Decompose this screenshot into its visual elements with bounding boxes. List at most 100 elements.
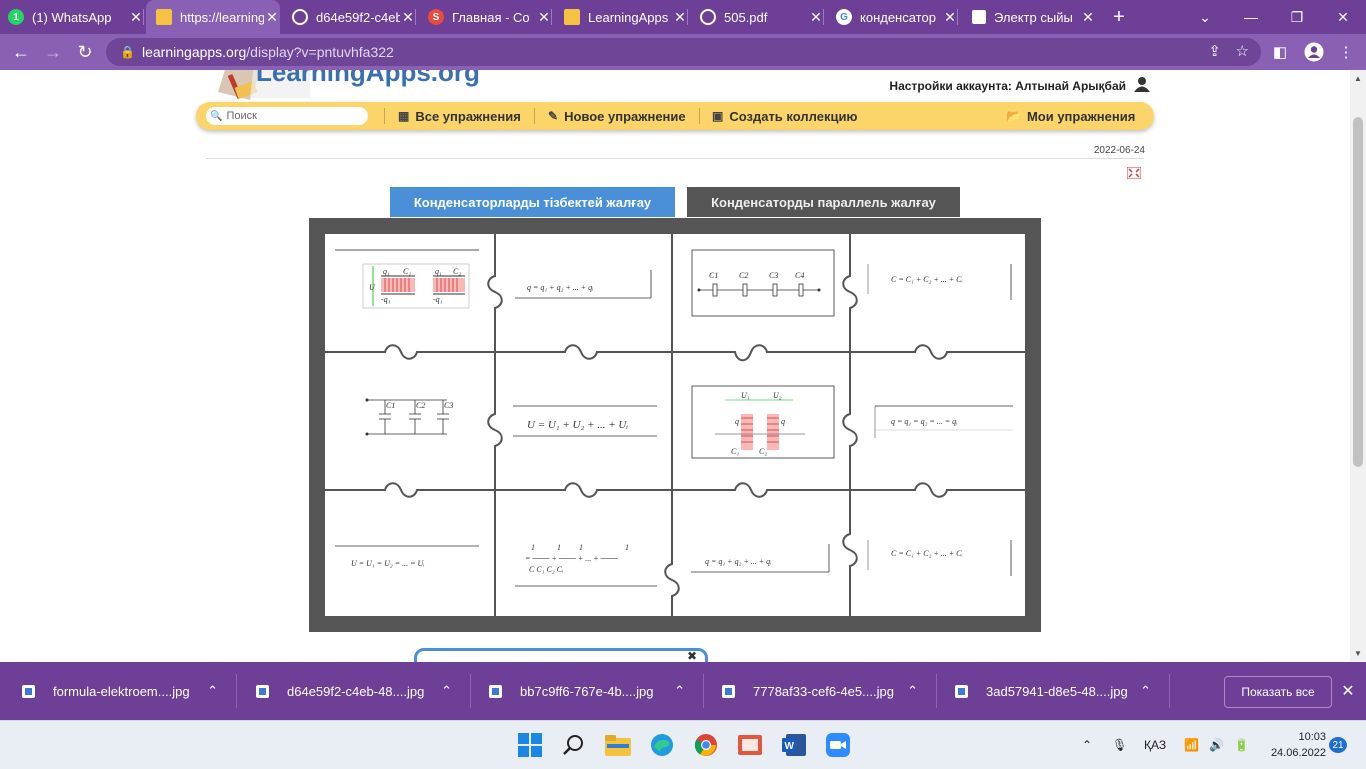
forward-button[interactable]: → bbox=[36, 34, 70, 70]
formula-tile-u-sum[interactable]: U = U₁ + U₂ + ... + Uᵢ bbox=[513, 405, 657, 437]
download-item[interactable]: d64e59f2-c4eb-48....jpg ⌃ bbox=[256, 662, 452, 720]
close-icon[interactable]: ✖ bbox=[687, 649, 697, 662]
num-1-a: 1 bbox=[531, 543, 535, 552]
edge-icon[interactable] bbox=[646, 729, 678, 761]
search-icon[interactable] bbox=[558, 729, 590, 761]
clock[interactable]: 10:03 24.06.2022 bbox=[1262, 729, 1326, 761]
formula-tile-q-sum-2[interactable]: q = q₁ + q₂ + ... + qᵢ bbox=[691, 544, 830, 573]
tab-parallel-connection[interactable]: Конденсаторды параллель жалғау bbox=[687, 187, 960, 217]
reload-button[interactable]: ↻ bbox=[68, 34, 102, 70]
chevron-up-icon[interactable]: ⌃ bbox=[1140, 683, 1151, 699]
tab-search-chevron-icon[interactable]: ⌄ bbox=[1182, 0, 1228, 34]
tab-d64e59f2[interactable]: d64e59f2-c4eb ✕ bbox=[292, 0, 416, 34]
tab-505-pdf[interactable]: 505.pdf ✕ bbox=[700, 0, 824, 34]
close-download-bar-icon[interactable]: ✕ bbox=[1338, 676, 1358, 706]
close-icon[interactable]: ✕ bbox=[942, 9, 958, 26]
search-box[interactable]: 🔍 Поиск bbox=[206, 107, 368, 125]
formula-tile-c-sum-2[interactable]: C = C₁ + C₂ + ... + Cᵢ bbox=[867, 540, 1012, 576]
restore-button[interactable]: ❐ bbox=[1274, 0, 1320, 34]
formula-tile-q-eq[interactable]: q = q₁ = q₂ = ... = qᵢ bbox=[874, 405, 1013, 438]
scroll-up-icon[interactable]: ▲ bbox=[1350, 74, 1366, 83]
address-bar[interactable]: 🔒 learningapps.org/display?v=pntuvhfa322… bbox=[106, 38, 1261, 66]
zoom-icon[interactable] bbox=[822, 729, 854, 761]
parallel-capacitor-diagram[interactable]: C1 C2 C3 bbox=[365, 398, 454, 436]
my-exercises-link[interactable]: 📂 Мои упражнения bbox=[1006, 102, 1135, 130]
learningapps-icon bbox=[564, 9, 580, 25]
tab-kondensator[interactable]: G конденсатор ✕ bbox=[836, 0, 958, 34]
create-collection-link[interactable]: ▣ Создать коллекцию bbox=[712, 102, 858, 130]
chevron-up-icon[interactable]: ⌃ bbox=[907, 683, 918, 699]
bookmark-star-icon[interactable]: ☆ bbox=[1236, 42, 1249, 60]
tab-learningapps-active[interactable]: https://learningapps.org ✕ bbox=[146, 0, 280, 34]
word-icon[interactable]: W bbox=[778, 729, 810, 761]
clock-time: 10:03 bbox=[1298, 731, 1326, 743]
new-exercise-link[interactable]: ✎ Новое упражнение bbox=[548, 102, 686, 130]
tab-learningapps[interactable]: LearningApps ✕ bbox=[564, 0, 688, 34]
tab-series-connection[interactable]: Конденсаторларды тізбектей жалғау bbox=[390, 187, 675, 217]
formula-tile-q-sum[interactable]: q = q₁ + q₂ + ... + qᵢ bbox=[515, 270, 652, 299]
close-icon[interactable]: ✕ bbox=[128, 9, 144, 26]
whatsapp-icon: 1 bbox=[8, 9, 24, 25]
tab-glavnaya[interactable]: S Главная - Со ✕ bbox=[428, 0, 552, 34]
close-window-button[interactable]: ✕ bbox=[1320, 0, 1366, 34]
s-logo-icon: S bbox=[428, 9, 444, 25]
new-tab-button[interactable]: + bbox=[1104, 0, 1134, 34]
powerpoint-icon[interactable] bbox=[734, 729, 766, 761]
chevron-up-icon[interactable]: ⌃ bbox=[207, 683, 218, 699]
download-item[interactable]: 7778af33-cef6-4e5....jpg ⌃ bbox=[722, 662, 918, 720]
scroll-down-icon[interactable]: ▼ bbox=[1350, 649, 1366, 658]
tab-whatsapp[interactable]: 1 (1) WhatsApp ✕ bbox=[8, 0, 144, 34]
label-q: q bbox=[735, 417, 739, 426]
menu-kebab-icon[interactable]: ⋮ bbox=[1330, 34, 1362, 70]
input-language[interactable]: ҚАЗ bbox=[1144, 721, 1166, 769]
microphone-icon[interactable]: 🎙 bbox=[1112, 721, 1127, 769]
chrome-icon[interactable] bbox=[690, 729, 722, 761]
formula-tile-u-eq[interactable]: U = U₁ = U₂ = ... = Uᵢ bbox=[335, 545, 479, 568]
wifi-icon[interactable]: 📶 bbox=[1184, 721, 1199, 769]
back-button[interactable]: ← bbox=[4, 34, 38, 70]
battery-icon[interactable]: 🔋 bbox=[1234, 721, 1249, 769]
notification-badge[interactable]: 21 bbox=[1329, 737, 1347, 753]
minimize-button[interactable]: — bbox=[1228, 0, 1274, 34]
formula-tile-c-sum[interactable]: C = C₁ + C₂ + ... + Cᵢ bbox=[867, 264, 1012, 300]
show-all-downloads-button[interactable]: Показать все bbox=[1224, 676, 1332, 708]
close-icon[interactable]: ✕ bbox=[536, 9, 552, 26]
series-capacitor-diagram[interactable]: U q₁ C₁ q₁ C₂ -q₁ -q₁ bbox=[335, 249, 479, 309]
series-voltage-diagram[interactable]: U₁ U₂ q q C₁ C₂ bbox=[691, 385, 835, 459]
puzzle-board[interactable]: U q₁ C₁ q₁ C₂ -q₁ -q₁ q = q₁ + q₂ + ... … bbox=[325, 234, 1025, 616]
tab-elektr[interactable]: Электр сыйы ✕ bbox=[972, 0, 1096, 34]
clock-date: 24.06.2022 bbox=[1270, 747, 1326, 759]
feedback-widget[interactable]: ✖ bbox=[414, 648, 708, 662]
all-exercises-link[interactable]: ▦ Все упражнения bbox=[398, 102, 521, 130]
search-icon: 🔍 bbox=[210, 110, 223, 122]
file-explorer-icon[interactable] bbox=[602, 729, 634, 761]
close-icon[interactable]: ✕ bbox=[808, 9, 824, 26]
tab-strip: 1 (1) WhatsApp ✕ https://learningapps.or… bbox=[0, 0, 1366, 34]
close-icon[interactable]: ✕ bbox=[672, 9, 688, 26]
download-item[interactable]: bb7c9ff6-767e-4b....jpg ⌃ bbox=[489, 662, 685, 720]
close-icon[interactable]: ✕ bbox=[400, 9, 416, 26]
label-minus-q1b: -q₁ bbox=[433, 295, 443, 304]
side-panel-icon[interactable]: ◧ bbox=[1264, 34, 1296, 70]
volume-icon[interactable]: 🔊 bbox=[1209, 721, 1224, 769]
chevron-up-icon[interactable]: ⌃ bbox=[674, 683, 685, 699]
scroll-thumb[interactable] bbox=[1353, 117, 1363, 467]
account-settings[interactable]: Настройки аккаунта: Алтынай Арықбай bbox=[889, 76, 1150, 96]
site-logo[interactable]: LearningApps.org bbox=[210, 70, 510, 100]
tray-chevron-icon[interactable]: ⌃ bbox=[1082, 721, 1092, 769]
chevron-up-icon[interactable]: ⌃ bbox=[441, 683, 452, 699]
profile-icon[interactable] bbox=[1298, 34, 1330, 70]
share-icon[interactable]: ⇪ bbox=[1208, 42, 1221, 60]
fullscreen-icon[interactable] bbox=[1126, 166, 1142, 180]
close-icon[interactable]: ✕ bbox=[264, 9, 280, 26]
download-item[interactable]: 3ad57941-d8e5-48....jpg ⌃ bbox=[955, 662, 1151, 720]
search-input[interactable]: Поиск bbox=[226, 110, 256, 122]
close-icon[interactable]: ✕ bbox=[1080, 9, 1096, 26]
formula-tile-reciprocal[interactable]: 1 1 1 1 = ─── + ─── + ... + ─── C C₁ C₂ … bbox=[515, 543, 657, 587]
page-scrollbar[interactable]: ▲ ▼ bbox=[1350, 70, 1366, 662]
formula-c-sum-2: C = C₁ + C₂ + ... + Cᵢ bbox=[891, 549, 963, 558]
series-chain-diagram[interactable]: C1 C2 C3 C4 bbox=[691, 249, 835, 317]
num-1-b: 1 bbox=[557, 543, 561, 552]
download-item[interactable]: formula-elektroem....jpg ⌃ bbox=[22, 662, 218, 720]
windows-start-icon[interactable] bbox=[514, 729, 546, 761]
